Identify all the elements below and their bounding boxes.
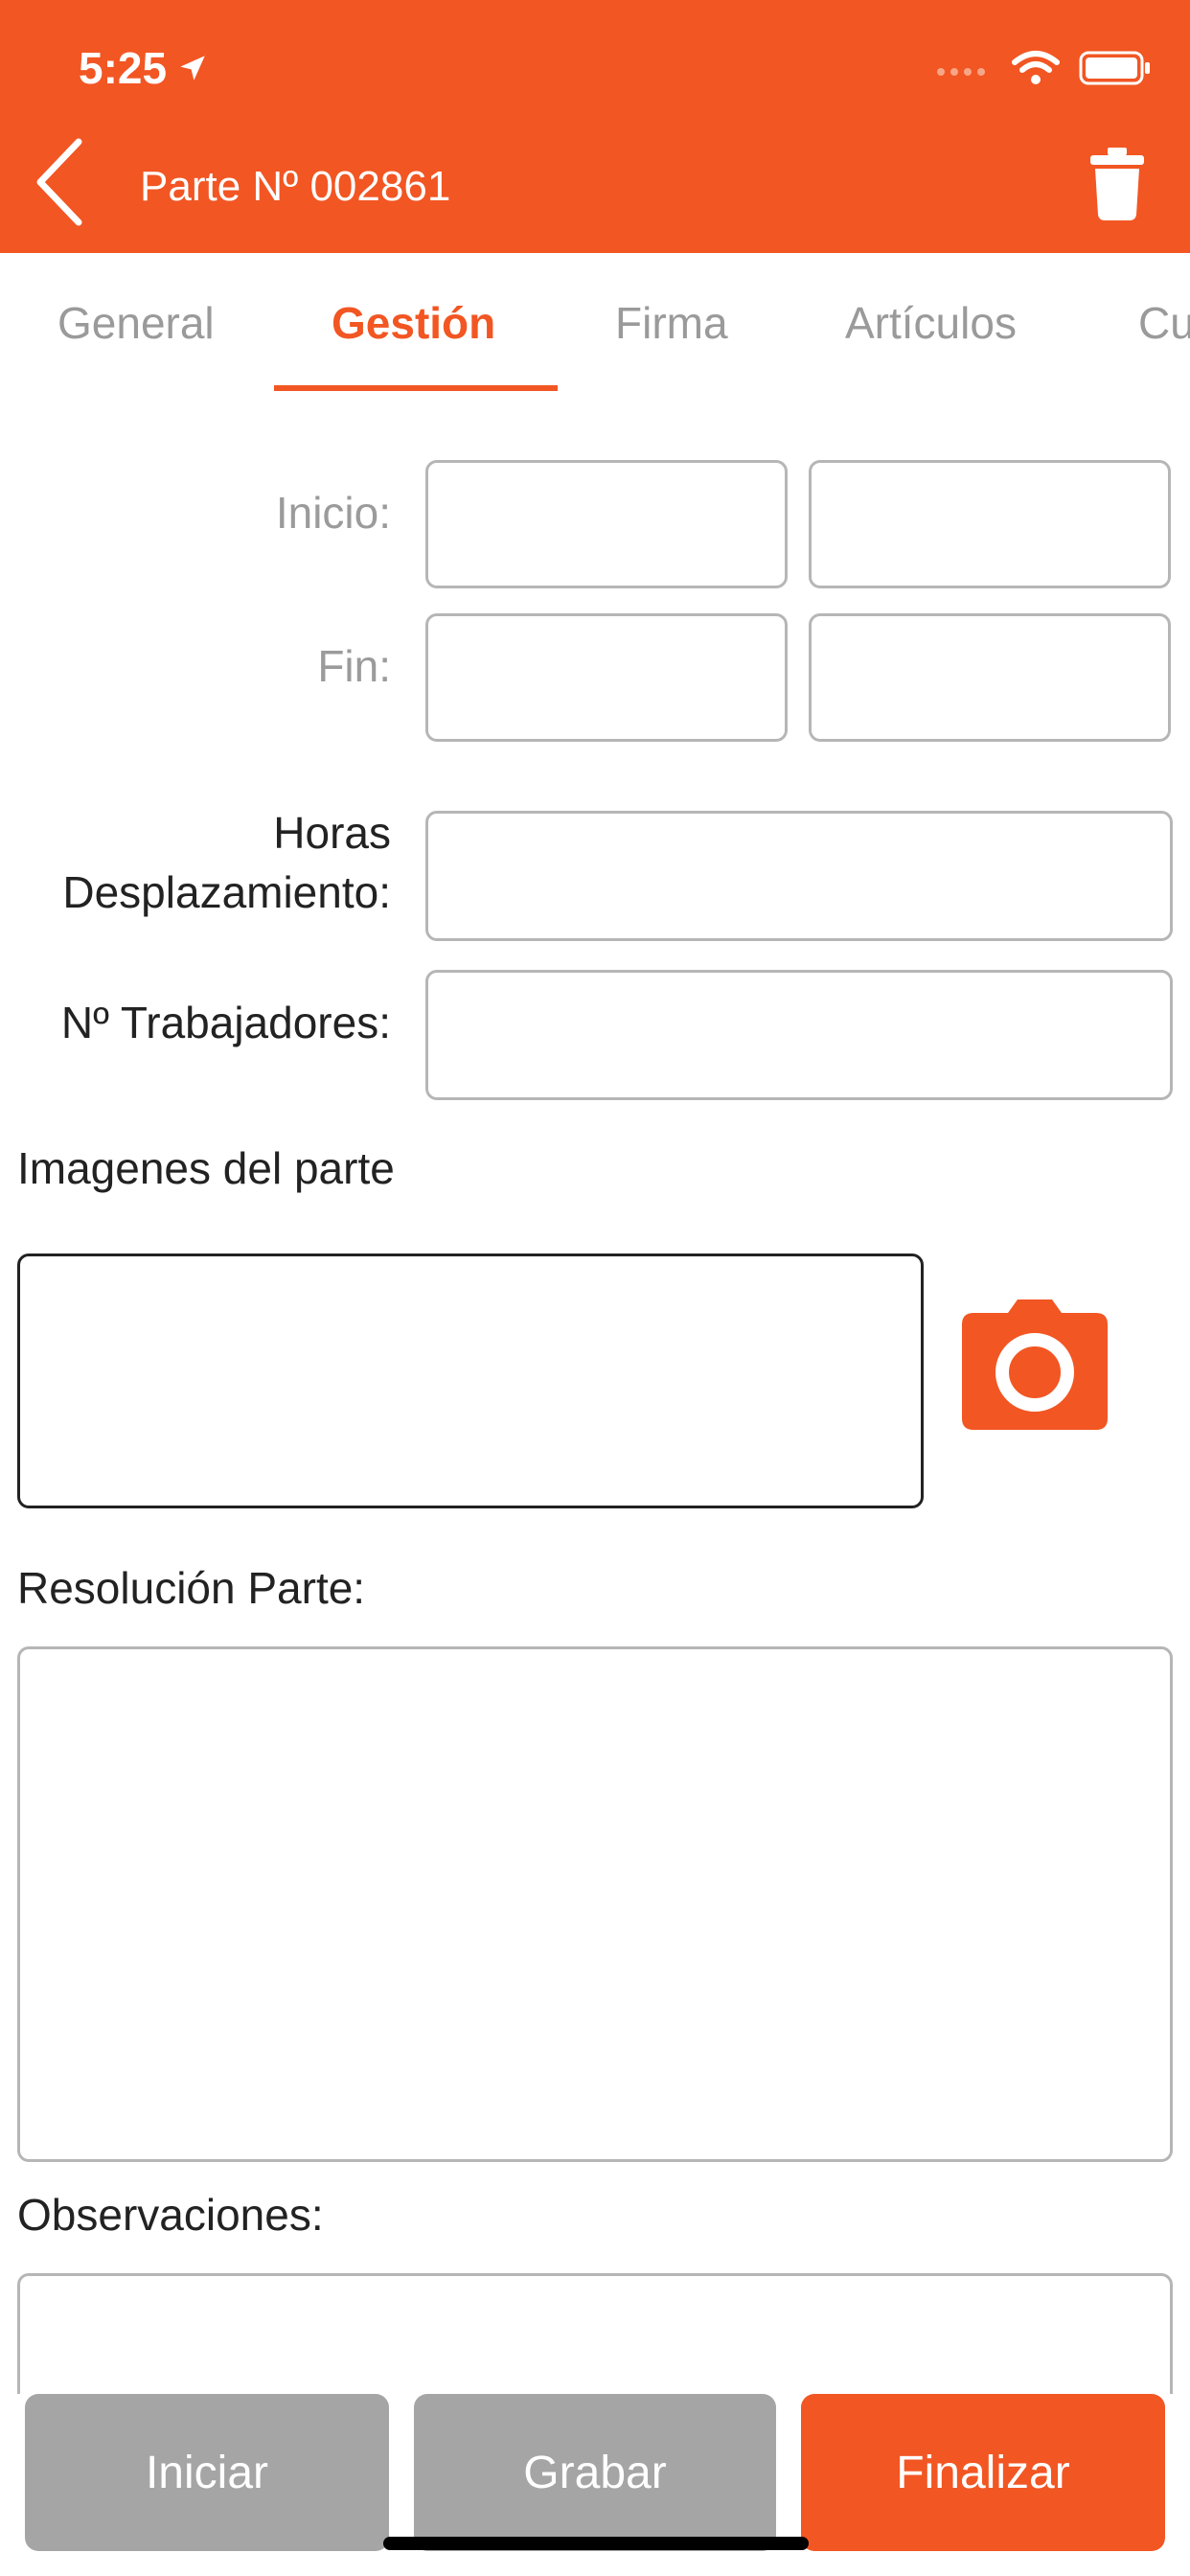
wifi-icon: [1012, 51, 1060, 84]
delete-button[interactable]: [1088, 148, 1146, 220]
tab-cu[interactable]: Cu: [1138, 297, 1190, 349]
observaciones-label: Observaciones:: [17, 2190, 324, 2240]
signal-icon: [937, 68, 985, 76]
app-header: 5:25 Parte Nº 002861: [0, 0, 1190, 253]
location-arrow-icon: [180, 56, 205, 80]
fin-time-field[interactable]: [809, 613, 1171, 742]
resolucion-textarea[interactable]: [17, 1646, 1173, 2162]
images-gallery[interactable]: [17, 1254, 924, 1508]
imagenes-label: Imagenes del parte: [17, 1143, 395, 1193]
trabajadores-label: Nº Trabajadores:: [60, 998, 391, 1047]
camera-icon: [962, 1300, 1108, 1430]
horas-label-line2: Desplazamiento:: [62, 867, 391, 917]
fin-date-field[interactable]: [425, 613, 788, 742]
tab-firma[interactable]: Firma: [615, 297, 728, 349]
battery-icon: [1079, 51, 1150, 85]
chevron-left-icon: [36, 138, 82, 226]
active-tab-indicator: [274, 385, 558, 391]
fin-label: Fin:: [317, 641, 391, 691]
tab-gestion[interactable]: Gestión: [332, 297, 495, 349]
horas-label-line1: Horas: [273, 808, 391, 858]
horas-desplazamiento-field[interactable]: [425, 811, 1173, 941]
back-button[interactable]: [29, 134, 96, 230]
trash-icon: [1090, 148, 1144, 220]
page-title: Parte Nº 002861: [140, 163, 451, 210]
status-time: 5:25: [79, 42, 209, 94]
tab-general[interactable]: General: [57, 297, 215, 349]
inicio-label: Inicio:: [275, 488, 391, 538]
home-indicator: [383, 2537, 809, 2550]
inicio-date-field[interactable]: [425, 460, 788, 588]
resolucion-label: Resolución Parte:: [17, 1563, 366, 1613]
status-indicators: [935, 50, 1152, 86]
tab-articulos[interactable]: Artículos: [845, 297, 1017, 349]
tab-bar: General Gestión Firma Artículos Cu: [0, 253, 1190, 397]
finalizar-button[interactable]: Finalizar: [801, 2394, 1165, 2551]
add-photo-button[interactable]: [962, 1300, 1108, 1430]
inicio-time-field[interactable]: [809, 460, 1171, 588]
iniciar-button[interactable]: Iniciar: [25, 2394, 389, 2551]
grabar-button[interactable]: Grabar: [414, 2394, 776, 2551]
trabajadores-field[interactable]: [425, 970, 1173, 1100]
